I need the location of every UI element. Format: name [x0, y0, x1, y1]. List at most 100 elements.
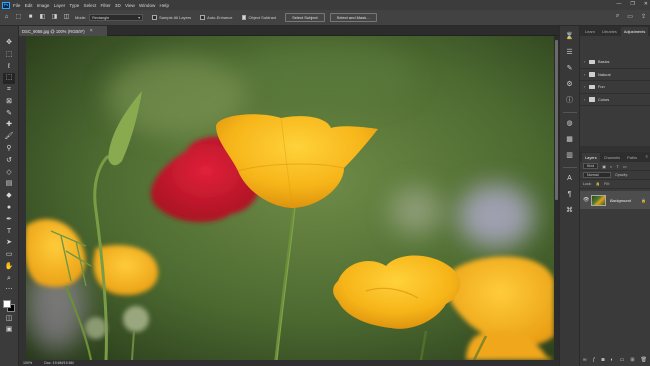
select-subject-button[interactable]: Select Subject [285, 13, 325, 22]
add-to-selection-icon[interactable]: ◧ [39, 14, 46, 21]
gradient-tool-icon[interactable]: ▤ [3, 179, 15, 189]
document-info[interactable]: Doc: 19.6M/19.6M [44, 361, 73, 365]
new-layer-icon[interactable]: ⊞ [630, 357, 634, 363]
tab-libraries[interactable]: Libraries [599, 27, 620, 36]
link-layers-icon[interactable]: ∞ [583, 357, 587, 363]
more-tools-icon[interactable]: ⋯ [3, 285, 15, 295]
object-subtract-checkbox[interactable]: Object Subtract [241, 15, 276, 20]
tab-layers[interactable]: Layers [582, 153, 600, 162]
pen-tool-icon[interactable]: ✒ [3, 215, 15, 225]
object-selection-tool-icon[interactable]: ⬚ [3, 73, 15, 84]
layer-lock-icon[interactable]: 🔒 [641, 198, 646, 203]
path-selection-tool-icon[interactable]: ➤ [3, 238, 15, 248]
zoom-level[interactable]: 100% [23, 361, 32, 365]
brush-settings-icon[interactable]: ✎ [564, 63, 576, 75]
menu-view[interactable]: View [125, 3, 135, 8]
color-panel-icon[interactable]: ◍ [564, 118, 576, 130]
eyedropper-tool-icon[interactable]: ✎ [3, 109, 15, 119]
history-brush-tool-icon[interactable]: ↺ [3, 156, 15, 166]
type-tool-icon[interactable]: T [3, 227, 15, 237]
layer-row-background[interactable]: 👁 Background 🔒 [580, 191, 650, 209]
quick-mask-icon[interactable]: ◫ [3, 314, 15, 324]
select-and-mask-button[interactable]: Select and Mask... [329, 13, 377, 22]
screen-mode-icon[interactable]: ▣ [3, 325, 15, 335]
marquee-tool-icon[interactable]: ⬚ [3, 50, 15, 60]
swatches-panel-icon[interactable]: ▦ [564, 134, 576, 146]
folder-row-fun[interactable]: › Fun [580, 81, 650, 94]
delete-layer-icon[interactable]: 🗑 [641, 357, 647, 363]
blend-mode-select[interactable]: Normal [583, 172, 611, 178]
info-panel-icon[interactable]: ⓘ [564, 95, 576, 107]
foreground-color-swatch[interactable] [3, 300, 11, 309]
gradients-panel-icon[interactable]: ▥ [564, 150, 576, 162]
layer-name[interactable]: Background [610, 198, 631, 203]
layer-style-icon[interactable]: ƒ [593, 357, 596, 363]
object-selection-tool-icon[interactable]: ⬚ [15, 14, 22, 21]
subtract-from-selection-icon[interactable]: ◨ [51, 14, 58, 21]
zoom-tool-icon[interactable]: ⌕ [3, 274, 15, 284]
brush-tool-icon[interactable]: 🖌 [3, 132, 15, 142]
adjust-icon[interactable]: ⚙ [564, 79, 576, 91]
intersect-selection-icon[interactable]: ◫ [63, 14, 70, 21]
scrollbar-thumb[interactable] [555, 40, 558, 200]
menu-file[interactable]: File [13, 3, 20, 8]
tab-adjustments[interactable]: Adjustments [620, 27, 649, 36]
menu-filter[interactable]: Filter [100, 3, 110, 8]
menu-select[interactable]: Select [84, 3, 97, 8]
folder-row-natural[interactable]: › Natural [580, 69, 650, 81]
character-panel-icon[interactable]: A [564, 173, 576, 185]
crop-tool-icon[interactable]: ⌗ [3, 85, 15, 95]
menu-3d[interactable]: 3D [115, 3, 121, 8]
folder-row-basics[interactable]: › Basics [580, 56, 650, 69]
close-tab-icon[interactable]: × [90, 28, 93, 34]
tab-learn[interactable]: Learn [582, 27, 598, 36]
mode-select[interactable]: Rectangle [89, 14, 144, 21]
history-panel-icon[interactable]: ⌛ [564, 31, 576, 43]
share-icon[interactable]: ⇪ [641, 13, 646, 20]
menu-window[interactable]: Window [139, 3, 155, 8]
move-tool-icon[interactable]: ✥ [3, 38, 15, 48]
visibility-eye-icon[interactable]: 👁 [583, 197, 591, 203]
search-icon[interactable]: ⌕ [616, 13, 619, 20]
panel-menu-icon[interactable]: ≡ [646, 154, 648, 159]
properties-panel-icon[interactable]: ☰ [564, 47, 576, 59]
glyphs-panel-icon[interactable]: ⌘ [564, 205, 576, 217]
add-mask-icon[interactable]: ◙ [601, 357, 604, 363]
rectangle-tool-icon[interactable]: ▭ [3, 250, 15, 260]
filter-pixel-icon[interactable]: ▣ [602, 164, 606, 169]
auto-enhance-checkbox[interactable]: Auto-Enhance [200, 15, 233, 20]
tab-paths[interactable]: Paths [624, 153, 640, 162]
filter-type-icon[interactable]: T [616, 164, 618, 169]
frame-tool-icon[interactable]: ⊠ [3, 97, 15, 107]
new-group-icon[interactable]: ▭ [620, 357, 625, 363]
tab-channels[interactable]: Channels [601, 153, 623, 162]
home-icon[interactable]: ⌂ [3, 14, 10, 21]
new-selection-icon[interactable]: ■ [27, 14, 34, 21]
dodge-tool-icon[interactable]: ● [3, 203, 15, 213]
checkbox-box[interactable] [200, 15, 205, 20]
adjustment-layer-icon[interactable]: ◐ [611, 357, 614, 363]
checkbox-checked-icon[interactable] [241, 15, 246, 20]
menu-edit[interactable]: Edit [25, 3, 33, 8]
eraser-tool-icon[interactable]: ◇ [3, 168, 15, 178]
photoshop-logo-icon[interactable]: Ps [2, 1, 10, 9]
document-canvas[interactable] [26, 36, 554, 360]
paragraph-panel-icon[interactable]: ¶ [564, 189, 576, 201]
close-icon[interactable]: ✕ [644, 1, 648, 7]
lasso-tool-icon[interactable]: ℓ [3, 62, 15, 72]
menu-layer[interactable]: Layer [54, 3, 66, 8]
lock-icon[interactable]: 🔒 [596, 182, 600, 186]
clone-stamp-tool-icon[interactable]: ⚲ [3, 144, 15, 154]
blur-tool-icon[interactable]: ◆ [3, 191, 15, 201]
restore-icon[interactable]: ❐ [630, 1, 634, 7]
filter-adjustment-icon[interactable]: ◐ [610, 164, 612, 169]
menu-help[interactable]: Help [160, 3, 169, 8]
menu-image[interactable]: Image [37, 3, 50, 8]
hand-tool-icon[interactable]: ✋ [3, 262, 15, 272]
checkbox-box[interactable] [152, 15, 157, 20]
menu-type[interactable]: Type [69, 3, 79, 8]
filter-kind-select[interactable]: Kind [583, 163, 599, 169]
filter-shape-icon[interactable]: ▭ [623, 164, 627, 169]
workspace-icon[interactable]: ▭ [627, 13, 633, 20]
minimize-icon[interactable]: — [616, 1, 621, 7]
